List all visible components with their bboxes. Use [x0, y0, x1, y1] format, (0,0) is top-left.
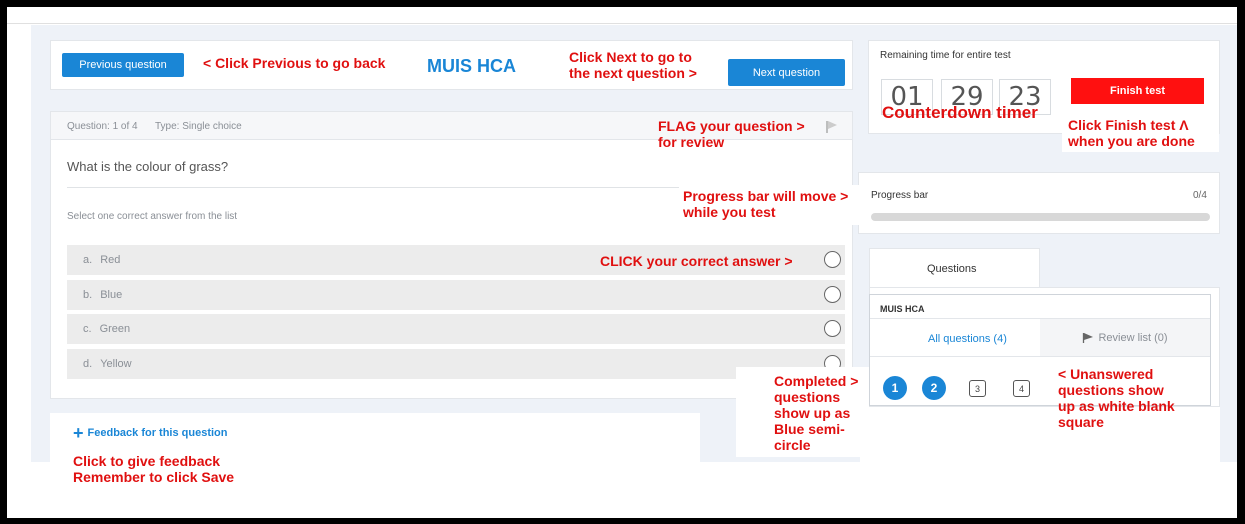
option-letter: c.: [83, 323, 92, 335]
annotation-completed-4: Blue semi-: [774, 421, 845, 437]
exam-title: MUIS HCA: [427, 56, 516, 76]
review-list-tab[interactable]: Review list (0): [1040, 319, 1210, 356]
progress-count: 0/4: [1193, 190, 1207, 201]
flag-icon[interactable]: [825, 120, 839, 134]
annotation-countdown: Counterdown timer: [882, 103, 1038, 122]
option-label: Yellow: [100, 358, 132, 370]
annotation-completed-5: circle: [774, 437, 811, 453]
annotation-completed-1: Completed >: [774, 373, 859, 389]
screenshot-frame: Previous question < Click Previous to go…: [7, 7, 1237, 518]
annotation-next-line1: Click Next to go to: [569, 49, 692, 65]
question-number-3[interactable]: 3: [969, 380, 986, 397]
annotation-feedback: Click to give feedback Remember to click…: [73, 453, 234, 485]
annotation-progress-line2: while you test: [683, 204, 776, 220]
annotation-flag: FLAG your question > for review: [658, 118, 805, 150]
plus-icon: +: [73, 423, 84, 443]
progress-card: [858, 172, 1220, 234]
option-label: Red: [100, 254, 121, 266]
question-number-4[interactable]: 4: [1013, 380, 1030, 397]
previous-question-button[interactable]: Previous question: [62, 53, 184, 77]
answer-option[interactable]: d. Yellow: [67, 349, 845, 379]
annotation-unanswered-3: up as white blank: [1058, 398, 1175, 414]
annotation-finish-line2: when you are done: [1068, 133, 1195, 149]
option-letter: b.: [83, 289, 93, 301]
annotation-previous: < Click Previous to go back: [203, 55, 386, 71]
question-text: What is the colour of grass?: [67, 159, 229, 174]
annotation-progress: Progress bar will move > while you test: [683, 188, 848, 220]
annotation-answer: CLICK your correct answer >: [600, 253, 793, 269]
annotation-progress-line1: Progress bar will move >: [683, 188, 849, 204]
annotation-unanswered-4: square: [1058, 414, 1104, 430]
option-label: Green: [99, 323, 131, 335]
annotation-feedback-line1: Click to give feedback: [73, 453, 221, 469]
annotation-finish-line1: Click Finish test Λ: [1068, 117, 1189, 133]
review-list-label: Review list (0): [1098, 331, 1168, 344]
question-number-2[interactable]: 2: [922, 376, 946, 400]
question-instruction: Select one correct answer from the list: [67, 211, 238, 222]
questions-tab-label: Questions: [927, 263, 977, 275]
top-bar: [7, 7, 1237, 24]
annotation-completed: Completed > questions show up as Blue se…: [774, 373, 858, 453]
radio-button[interactable]: [824, 286, 841, 303]
progress-label: Progress bar: [871, 190, 929, 201]
question-number: Question: 1 of 4: [67, 121, 138, 132]
option-label: Blue: [100, 289, 123, 301]
annotation-next-line2: the next question >: [569, 65, 697, 81]
annotation-flag-line1: FLAG your question >: [658, 118, 805, 134]
answer-option[interactable]: b. Blue: [67, 280, 845, 310]
tabs-divider: [870, 356, 1210, 357]
feedback-link[interactable]: + Feedback for this question: [73, 423, 228, 443]
option-letter: a.: [83, 254, 93, 266]
next-question-button[interactable]: Next question: [728, 59, 845, 86]
flag-icon: [1083, 332, 1094, 343]
progress-track: [871, 213, 1210, 221]
option-letter: d.: [83, 358, 93, 370]
annotation-finish: Click Finish test Λ when you are done: [1068, 117, 1195, 149]
annotation-unanswered-2: questions show: [1058, 382, 1164, 398]
annotation-feedback-line2: Remember to click Save: [73, 469, 235, 485]
annotation-next: Click Next to go to the next question >: [569, 49, 697, 81]
all-questions-tab[interactable]: All questions (4): [928, 333, 1007, 345]
answer-option[interactable]: c. Green: [67, 314, 845, 344]
radio-button[interactable]: [824, 320, 841, 337]
question-type: Type: Single choice: [155, 121, 242, 132]
annotation-flag-line2: for review: [658, 134, 725, 150]
feedback-label: Feedback for this question: [87, 427, 228, 439]
annotation-unanswered: < Unanswered questions show up as white …: [1058, 366, 1175, 430]
radio-button[interactable]: [824, 251, 841, 268]
annotation-completed-2: questions: [774, 389, 841, 405]
question-number-1[interactable]: 1: [883, 376, 907, 400]
timer-title: Remaining time for entire test: [880, 50, 1011, 61]
section-title: MUIS HCA: [880, 304, 925, 314]
finish-test-button[interactable]: Finish test: [1071, 78, 1204, 104]
annotation-completed-3: show up as: [774, 405, 851, 421]
annotation-unanswered-1: < Unanswered: [1058, 366, 1154, 382]
